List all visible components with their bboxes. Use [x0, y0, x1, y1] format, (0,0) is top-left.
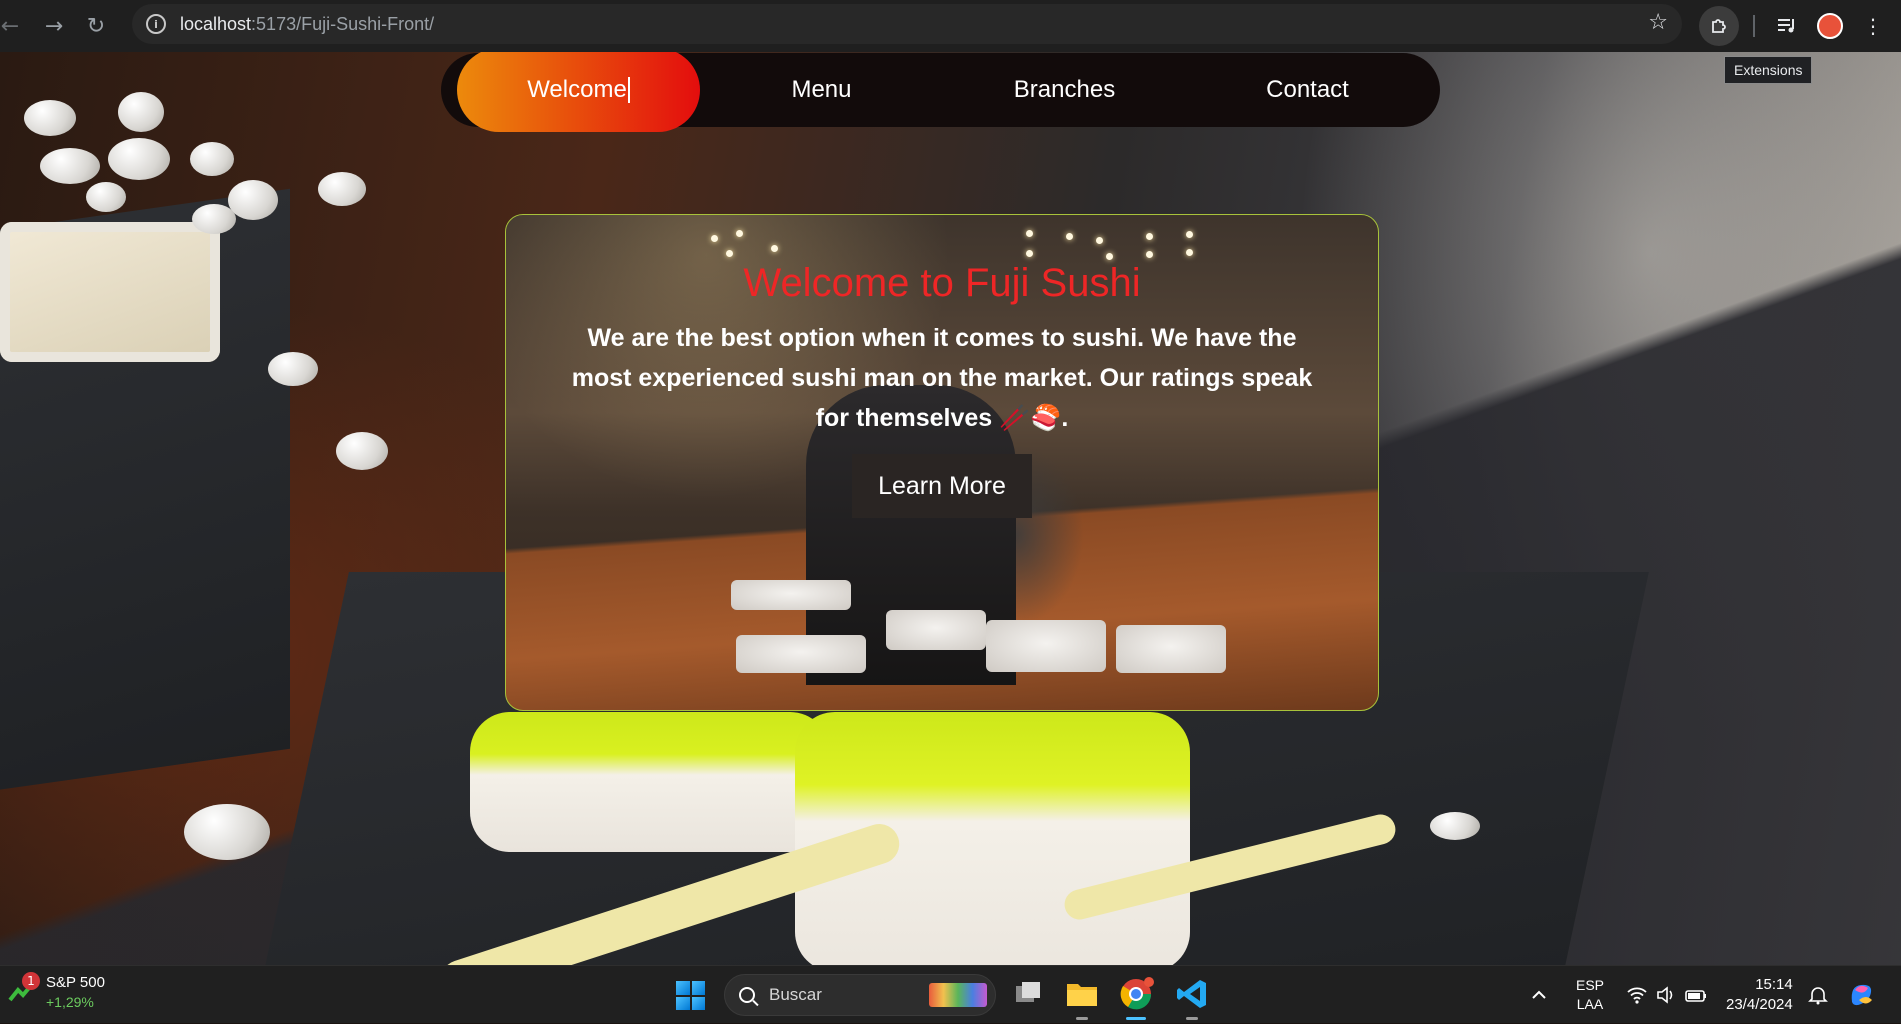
nav-item-menu[interactable]: Menu: [700, 52, 943, 132]
search-icon: [739, 987, 755, 1003]
sauce-bowl: [0, 222, 220, 362]
hero-text-line: We are the best option when it comes to …: [587, 324, 1297, 352]
language-indicator[interactable]: ESP LAA: [1576, 966, 1604, 1024]
extensions-tooltip: Extensions: [1724, 56, 1813, 84]
nav-item-label: Branches: [1013, 76, 1116, 103]
food-plate: [1116, 625, 1226, 673]
copilot-icon[interactable]: [1846, 966, 1876, 1024]
hero-text-line: for themselves 🥢🍣.: [562, 398, 1322, 438]
pebble: [192, 204, 236, 234]
stock-widget[interactable]: 1 S&P 500 +1,29%: [8, 972, 105, 1010]
hero-card: Welcome to Fuji Sushi We are the best op…: [505, 214, 1379, 711]
bookmark-star-icon[interactable]: ☆: [1648, 10, 1668, 35]
menu-dots-icon[interactable]: ⋮: [1855, 8, 1891, 44]
pebble: [1430, 812, 1480, 840]
pebble: [24, 100, 76, 136]
site-info-icon[interactable]: i: [146, 14, 166, 34]
pebble: [118, 92, 164, 132]
forward-arrow-icon[interactable]: →: [34, 6, 74, 46]
hero-text-end: for themselves: [815, 404, 993, 432]
active-indicator: [1126, 1017, 1146, 1020]
nav-item-welcome[interactable]: Welcome: [457, 52, 700, 132]
hero-content: Welcome to Fuji Sushi We are the best op…: [506, 215, 1378, 518]
food-plate: [736, 635, 866, 673]
search-highlight-icon: [929, 983, 987, 1007]
profile-avatar-icon[interactable]: [1817, 13, 1843, 39]
taskbar-search[interactable]: Buscar: [724, 974, 996, 1016]
food-plate: [731, 580, 851, 610]
task-view-icon[interactable]: [1010, 976, 1046, 1012]
windows-taskbar: 1 S&P 500 +1,29% Buscar ESP LAA 15:14 23…: [0, 965, 1901, 1023]
pebble: [40, 148, 100, 184]
url-path: :5173/Fuji-Sushi-Front/: [251, 13, 435, 34]
text-caret: [627, 77, 630, 103]
file-explorer-icon[interactable]: [1064, 976, 1100, 1020]
stock-badge: 1: [22, 972, 40, 990]
pebble: [184, 804, 270, 860]
sushi-roll-left: [470, 712, 830, 852]
browser-toolbar: ← → ↻ i localhost:5173/Fuji-Sushi-Front/…: [0, 0, 1901, 52]
notification-icon[interactable]: [1808, 966, 1828, 1024]
stock-change: +1,29%: [46, 994, 94, 1010]
hero-description: We are the best option when it comes to …: [562, 318, 1322, 438]
lang-layout: LAA: [1576, 996, 1604, 1012]
clock-time: 15:14: [1755, 976, 1793, 993]
media-controls-icon[interactable]: [1769, 8, 1805, 44]
hero-emoji: 🥢🍣.: [992, 404, 1069, 432]
windows-start-icon[interactable]: [676, 981, 705, 1010]
system-tray-icons[interactable]: [1626, 966, 1708, 1024]
pebble: [190, 142, 234, 176]
learn-more-button[interactable]: Learn More: [852, 454, 1032, 518]
running-indicator: [1186, 1017, 1198, 1020]
address-bar[interactable]: i localhost:5173/Fuji-Sushi-Front/ ☆: [132, 4, 1682, 44]
running-indicator: [1076, 1017, 1088, 1020]
pebble: [318, 172, 366, 206]
clock[interactable]: 15:14 23/4/2024: [1726, 966, 1793, 1024]
lang-code: ESP: [1576, 977, 1605, 993]
pebble: [108, 138, 170, 180]
stock-chart-icon: 1: [8, 972, 40, 1004]
hero-title: Welcome to Fuji Sushi: [743, 261, 1141, 305]
hero-text-line: most experienced sushi man on the market…: [571, 364, 1313, 392]
battery-icon: [1685, 990, 1706, 1002]
stock-name: S&P 500: [46, 974, 105, 991]
tray-chevron-icon[interactable]: [1530, 966, 1548, 1024]
pebble: [336, 432, 388, 470]
nav-item-label: Contact: [1266, 76, 1349, 103]
food-plate: [886, 610, 986, 650]
url-text[interactable]: localhost:5173/Fuji-Sushi-Front/: [180, 14, 434, 35]
main-nav: Welcome Menu Branches Contact: [441, 52, 1440, 132]
url-host: localhost: [180, 13, 252, 34]
pebble: [86, 182, 126, 212]
nav-item-label: Welcome: [527, 76, 627, 103]
nav-item-label: Menu: [791, 76, 852, 103]
back-arrow-icon[interactable]: ←: [0, 6, 20, 46]
search-placeholder: Buscar: [769, 985, 822, 1004]
page-background: Welcome Menu Branches Contact Welcome to…: [0, 52, 1901, 965]
reload-icon[interactable]: ↻: [76, 6, 116, 46]
extensions-puzzle-icon[interactable]: [1699, 6, 1739, 46]
nav-item-contact[interactable]: Contact: [1186, 52, 1429, 132]
food-plate: [986, 620, 1106, 672]
wifi-icon: [1627, 987, 1647, 1004]
vscode-icon[interactable]: [1174, 976, 1210, 1020]
clock-date: 23/4/2024: [1726, 996, 1793, 1013]
volume-icon: [1657, 986, 1673, 1004]
nav-item-branches[interactable]: Branches: [943, 52, 1186, 132]
pebble: [268, 352, 318, 386]
pebble: [228, 180, 278, 220]
chrome-icon[interactable]: [1118, 976, 1154, 1020]
toolbar-actions: ⋮: [1699, 0, 1901, 52]
toolbar-separator: [1753, 15, 1755, 37]
